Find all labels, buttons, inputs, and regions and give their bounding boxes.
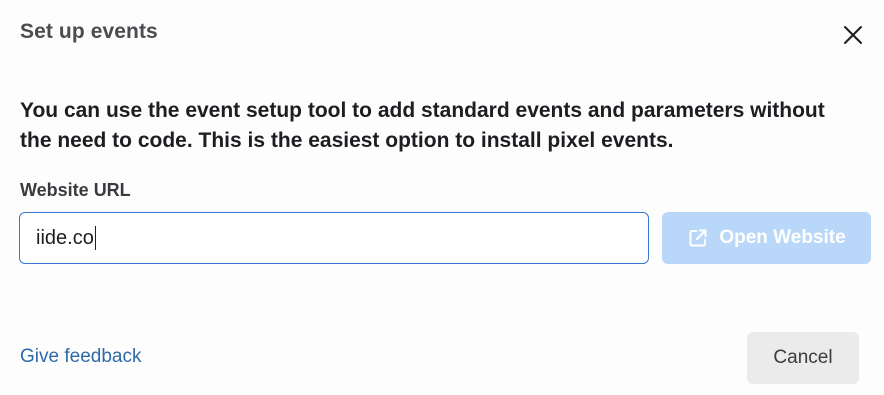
setup-events-dialog: Set up events You can use the event setu…	[0, 0, 884, 395]
dialog-title: Set up events	[20, 20, 158, 43]
close-icon	[844, 26, 862, 44]
dialog-description: You can use the event setup tool to add …	[20, 99, 825, 152]
open-website-button[interactable]: Open Website	[662, 212, 871, 264]
website-url-label: Website URL	[20, 180, 131, 200]
cancel-button[interactable]: Cancel	[747, 332, 859, 384]
open-website-label: Open Website	[719, 227, 846, 248]
website-url-input[interactable]: iide.co	[19, 212, 649, 264]
give-feedback-link[interactable]: Give feedback	[20, 346, 141, 368]
cancel-label: Cancel	[773, 347, 833, 368]
close-button[interactable]	[836, 18, 870, 52]
text-caret	[94, 226, 96, 250]
external-link-icon	[687, 227, 709, 249]
website-url-value: iide.co	[36, 226, 94, 249]
